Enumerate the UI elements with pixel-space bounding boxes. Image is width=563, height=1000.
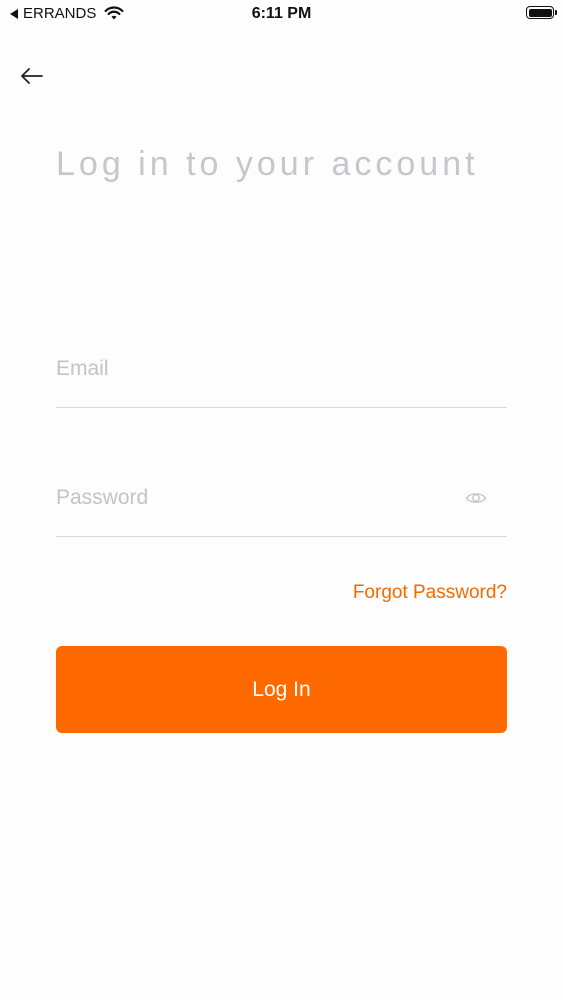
password-field-container xyxy=(56,478,507,537)
login-button[interactable]: Log In xyxy=(56,646,507,733)
battery-icon xyxy=(526,6,557,19)
password-field[interactable] xyxy=(56,478,507,518)
page-title: Log in to your account xyxy=(56,145,479,183)
email-field[interactable] xyxy=(56,349,507,389)
eye-icon[interactable] xyxy=(465,487,487,509)
back-arrow-icon[interactable] xyxy=(18,62,46,90)
status-time: 6:11 PM xyxy=(251,5,312,22)
status-bar: ERRANDS 6:11 PM xyxy=(0,0,563,30)
email-field-container xyxy=(56,349,507,408)
forgot-password-link[interactable]: Forgot Password? xyxy=(353,582,507,604)
